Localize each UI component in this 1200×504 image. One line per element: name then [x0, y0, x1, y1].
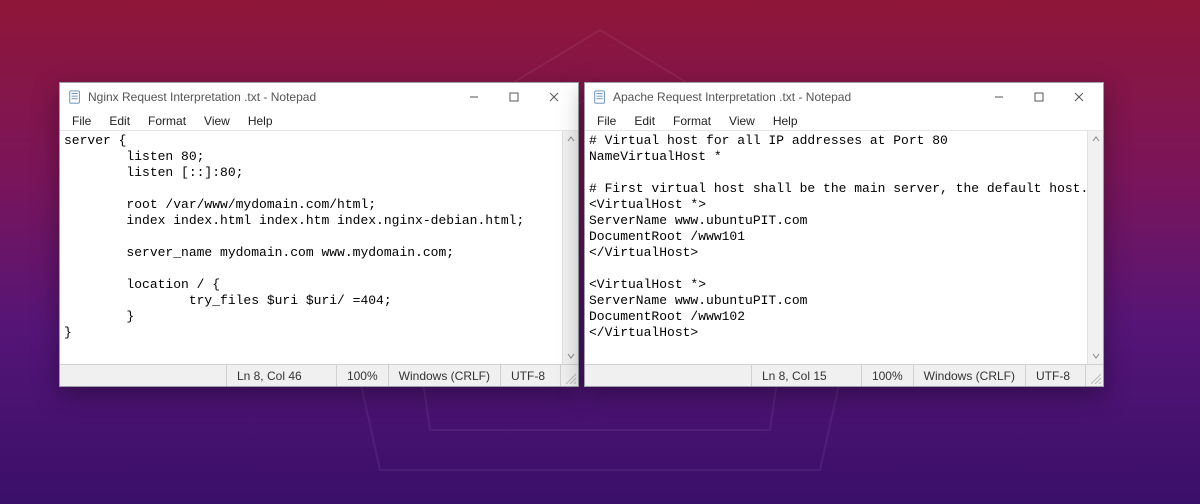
menu-edit[interactable]: Edit	[626, 113, 663, 129]
status-eol: Windows (CRLF)	[913, 365, 1025, 386]
status-cursor-pos: Ln 8, Col 15	[751, 365, 861, 386]
menu-file[interactable]: File	[589, 113, 624, 129]
menu-format[interactable]: Format	[665, 113, 719, 129]
minimize-button[interactable]	[979, 83, 1019, 111]
menu-view[interactable]: View	[721, 113, 763, 129]
text-editor[interactable]: server { listen 80; listen [::]:80; root…	[60, 131, 562, 364]
status-spacer	[60, 365, 226, 386]
status-zoom: 100%	[861, 365, 913, 386]
menu-format[interactable]: Format	[140, 113, 194, 129]
minimize-icon	[469, 92, 479, 102]
text-editor[interactable]: # Virtual host for all IP addresses at P…	[585, 131, 1087, 364]
notepad-window-nginx: Nginx Request Interpretation .txt - Note…	[59, 82, 579, 387]
resize-grip[interactable]	[1085, 365, 1103, 386]
notepad-icon	[68, 90, 82, 104]
editor-area: # Virtual host for all IP addresses at P…	[585, 131, 1103, 364]
window-title: Apache Request Interpretation .txt - Not…	[613, 90, 979, 104]
menu-view[interactable]: View	[196, 113, 238, 129]
window-title: Nginx Request Interpretation .txt - Note…	[88, 90, 454, 104]
notepad-icon	[593, 90, 607, 104]
title-bar[interactable]: Apache Request Interpretation .txt - Not…	[585, 83, 1103, 111]
menu-help[interactable]: Help	[765, 113, 806, 129]
close-button[interactable]	[534, 83, 574, 111]
status-spacer	[585, 365, 751, 386]
title-bar[interactable]: Nginx Request Interpretation .txt - Note…	[60, 83, 578, 111]
status-eol: Windows (CRLF)	[388, 365, 500, 386]
window-controls	[454, 83, 574, 111]
window-controls	[979, 83, 1099, 111]
scroll-down-icon[interactable]	[1088, 348, 1104, 364]
status-zoom: 100%	[336, 365, 388, 386]
resize-grip[interactable]	[560, 365, 578, 386]
minimize-button[interactable]	[454, 83, 494, 111]
maximize-icon	[509, 92, 519, 102]
notepad-window-apache: Apache Request Interpretation .txt - Not…	[584, 82, 1104, 387]
editor-area: server { listen 80; listen [::]:80; root…	[60, 131, 578, 364]
menu-help[interactable]: Help	[240, 113, 281, 129]
vertical-scrollbar[interactable]	[562, 131, 578, 364]
status-encoding: UTF-8	[500, 365, 560, 386]
close-button[interactable]	[1059, 83, 1099, 111]
resize-grip-icon	[564, 372, 576, 384]
maximize-button[interactable]	[494, 83, 534, 111]
resize-grip-icon	[1089, 372, 1101, 384]
vertical-scrollbar[interactable]	[1087, 131, 1103, 364]
maximize-icon	[1034, 92, 1044, 102]
menu-file[interactable]: File	[64, 113, 99, 129]
scroll-up-icon[interactable]	[563, 131, 579, 147]
menu-bar: File Edit Format View Help	[60, 111, 578, 131]
close-icon	[1074, 92, 1084, 102]
menu-edit[interactable]: Edit	[101, 113, 138, 129]
scroll-down-icon[interactable]	[563, 348, 579, 364]
scroll-up-icon[interactable]	[1088, 131, 1104, 147]
close-icon	[549, 92, 559, 102]
status-bar: Ln 8, Col 15 100% Windows (CRLF) UTF-8	[585, 364, 1103, 386]
status-encoding: UTF-8	[1025, 365, 1085, 386]
menu-bar: File Edit Format View Help	[585, 111, 1103, 131]
status-cursor-pos: Ln 8, Col 46	[226, 365, 336, 386]
minimize-icon	[994, 92, 1004, 102]
status-bar: Ln 8, Col 46 100% Windows (CRLF) UTF-8	[60, 364, 578, 386]
maximize-button[interactable]	[1019, 83, 1059, 111]
